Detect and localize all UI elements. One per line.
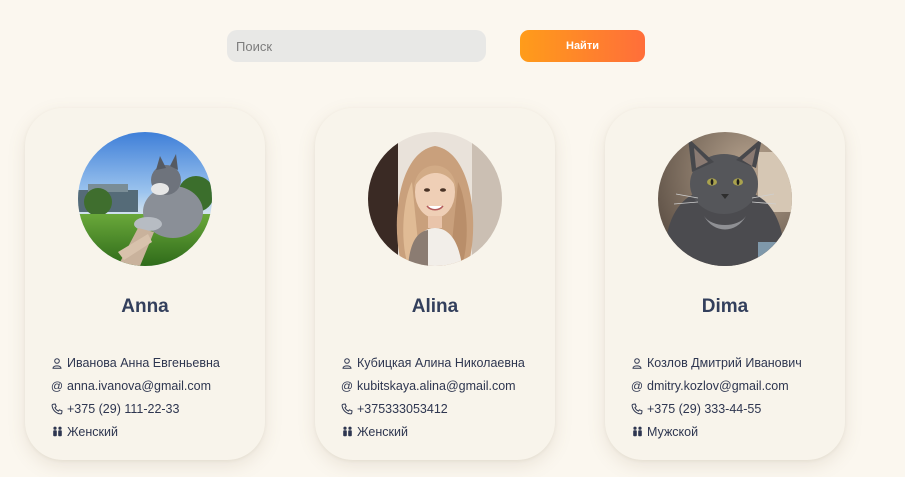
gender-row: Женский xyxy=(341,420,551,443)
phone-row: +375 (29) 333-44-55 xyxy=(631,398,841,421)
email-row: @ dmitry.kozlov@gmail.com xyxy=(631,375,841,398)
woman-portrait-photo xyxy=(368,132,502,266)
search-bar: Найти xyxy=(227,30,645,62)
at-icon: @ xyxy=(630,379,644,394)
user-cards-grid: Anna Иванова Анна Евгеньевна @ anna.ivan… xyxy=(25,108,885,460)
gender-icon xyxy=(631,426,643,438)
phone-text: +375 (29) 111-22-33 xyxy=(67,401,180,416)
cat-in-grass-photo xyxy=(78,132,212,266)
full-name-text: Кубицкая Алина Николаевна xyxy=(357,356,525,371)
gender-icon xyxy=(51,426,63,438)
at-icon: @ xyxy=(340,379,354,394)
user-info-list: Кубицкая Алина Николаевна @ kubitskaya.a… xyxy=(341,352,551,443)
gender-row: Женский xyxy=(51,420,261,443)
phone-icon xyxy=(631,403,643,415)
gender-text: Женский xyxy=(357,424,408,439)
avatar xyxy=(658,132,792,266)
phone-icon xyxy=(51,403,63,415)
card-name: Anna xyxy=(121,296,169,317)
phone-text: +375 (29) 333-44-55 xyxy=(647,401,762,416)
full-name-text: Иванова Анна Евгеньевна xyxy=(67,356,220,371)
full-name-row: Кубицкая Алина Николаевна xyxy=(341,352,551,375)
gender-text: Женский xyxy=(67,424,118,439)
full-name-row: Козлов Дмитрий Иванович xyxy=(631,352,841,375)
email-row: @ anna.ivanova@gmail.com xyxy=(51,375,261,398)
phone-text: +375333053412 xyxy=(357,401,448,416)
search-button[interactable]: Найти xyxy=(520,30,645,62)
avatar xyxy=(368,132,502,266)
gender-icon xyxy=(341,426,353,438)
gender-text: Мужской xyxy=(647,424,699,439)
gender-row: Мужской xyxy=(631,420,841,443)
phone-icon xyxy=(341,403,353,415)
email-text: kubitskaya.alina@gmail.com xyxy=(357,379,516,394)
email-row: @ kubitskaya.alina@gmail.com xyxy=(341,375,551,398)
user-icon xyxy=(341,357,353,369)
user-icon xyxy=(631,357,643,369)
full-name-row: Иванова Анна Евгеньевна xyxy=(51,352,261,375)
avatar xyxy=(78,132,212,266)
user-info-list: Иванова Анна Евгеньевна @ anna.ivanova@g… xyxy=(51,352,261,443)
card-name: Dima xyxy=(701,296,749,317)
user-icon xyxy=(51,357,63,369)
user-info-list: Козлов Дмитрий Иванович @ dmitry.kozlov@… xyxy=(631,352,841,443)
phone-row: +375333053412 xyxy=(341,398,551,421)
phone-row: +375 (29) 111-22-33 xyxy=(51,398,261,421)
user-card-anna[interactable]: Anna Иванова Анна Евгеньевна @ anna.ivan… xyxy=(25,108,265,460)
at-icon: @ xyxy=(50,379,64,394)
card-name: Alina xyxy=(411,296,459,317)
full-name-text: Козлов Дмитрий Иванович xyxy=(647,356,802,371)
search-input[interactable] xyxy=(227,30,486,62)
user-card-alina[interactable]: Alina Кубицкая Алина Николаевна @ kubits… xyxy=(315,108,555,460)
user-card-dima[interactable]: Dima Козлов Дмитрий Иванович @ dmitry.ko… xyxy=(605,108,845,460)
grey-cat-photo xyxy=(658,132,792,266)
email-text: dmitry.kozlov@gmail.com xyxy=(647,379,789,394)
email-text: anna.ivanova@gmail.com xyxy=(67,379,212,394)
